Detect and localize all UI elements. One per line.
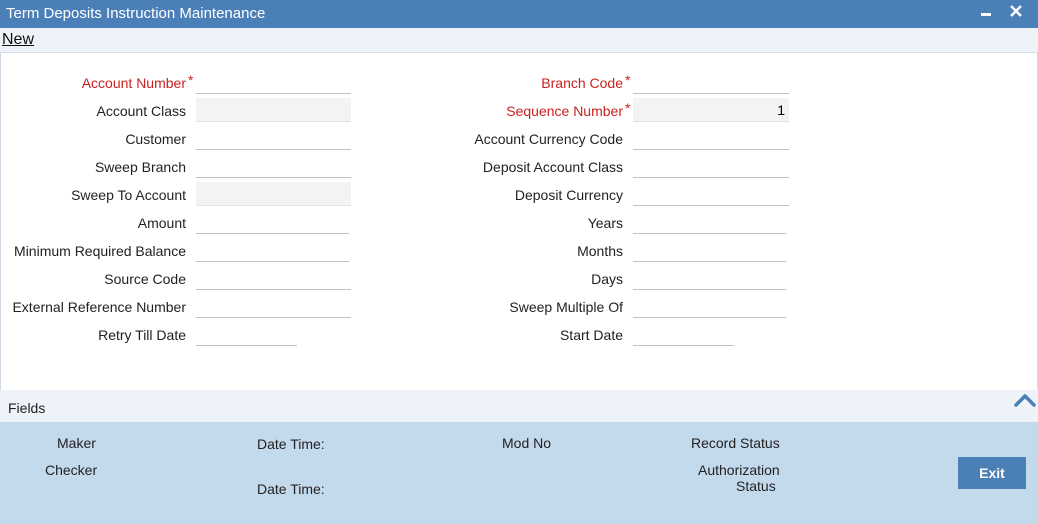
retry-till-date-label: Retry Till Date: [98, 327, 186, 343]
customer-input[interactable]: [196, 126, 351, 150]
account-class-input[interactable]: [196, 98, 351, 122]
minimize-icon[interactable]: [980, 2, 992, 27]
days-input[interactable]: [633, 266, 786, 290]
checker-label: Checker: [45, 462, 98, 478]
sweep-to-account-label: Sweep To Account: [71, 187, 186, 203]
window-title: Term Deposits Instruction Maintenance: [6, 5, 266, 22]
amount-input[interactable]: [196, 210, 349, 234]
account-class-label: Account Class: [96, 103, 186, 119]
sweep-to-account-input[interactable]: [196, 182, 351, 206]
branch-code-input[interactable]: [633, 70, 789, 94]
fields-link[interactable]: Fields: [8, 400, 45, 416]
source-code-input[interactable]: [196, 266, 351, 290]
maker-date-time-label: Date Time:: [257, 436, 325, 452]
minimum-required-balance-input[interactable]: [196, 238, 349, 262]
sweep-multiple-of-input[interactable]: [633, 294, 786, 318]
start-date-input[interactable]: [633, 322, 734, 346]
required-marker: *: [188, 72, 194, 88]
sequence-number-label: Sequence Number: [506, 103, 623, 119]
checker-date-time-label: Date Time:: [257, 481, 325, 497]
new-button[interactable]: New: [2, 31, 34, 49]
title-bar: Term Deposits Instruction Maintenance: [0, 0, 1038, 28]
start-date-label: Start Date: [559, 327, 623, 343]
exit-button[interactable]: Exit: [958, 457, 1026, 489]
retry-till-date-input[interactable]: [196, 322, 297, 346]
authorization-status-label-line2: Status: [736, 478, 776, 494]
external-reference-number-input[interactable]: [196, 294, 351, 318]
days-label: Days: [591, 271, 623, 287]
years-input[interactable]: [633, 210, 786, 234]
required-marker: *: [625, 72, 631, 88]
account-number-label: Account Number: [81, 75, 186, 91]
account-number-input[interactable]: [196, 70, 351, 94]
audit-footer: Maker Checker Date Time: Date Time: Mod …: [0, 422, 1038, 524]
toolbar: New: [0, 28, 1038, 53]
maker-label: Maker: [57, 435, 96, 451]
sequence-number-input[interactable]: [633, 98, 789, 122]
amount-label: Amount: [137, 215, 186, 231]
customer-label: Customer: [125, 131, 186, 147]
deposit-currency-label: Deposit Currency: [514, 187, 623, 203]
account-currency-code-label: Account Currency Code: [474, 131, 623, 147]
account-currency-code-input[interactable]: [633, 126, 789, 150]
months-input[interactable]: [633, 238, 786, 262]
fields-section-bar: Fields: [0, 390, 1038, 422]
deposit-currency-input[interactable]: [633, 182, 789, 206]
branch-code-label: Branch Code: [541, 75, 623, 91]
main-form: Account Number * Account Class Customer …: [0, 53, 1038, 390]
deposit-account-class-label: Deposit Account Class: [482, 159, 623, 175]
sweep-multiple-of-label: Sweep Multiple Of: [509, 299, 623, 315]
required-marker: *: [625, 100, 631, 116]
deposit-account-class-input[interactable]: [633, 154, 789, 178]
years-label: Years: [587, 215, 623, 231]
chevron-up-icon[interactable]: [1014, 392, 1036, 411]
sweep-branch-label: Sweep Branch: [94, 159, 186, 175]
record-status-label: Record Status: [691, 435, 780, 451]
authorization-status-label-line1: Authorization: [698, 462, 780, 478]
sweep-branch-input[interactable]: [196, 154, 351, 178]
external-reference-number-label: External Reference Number: [12, 299, 186, 315]
months-label: Months: [577, 243, 623, 259]
source-code-label: Source Code: [104, 271, 186, 287]
mod-no-label: Mod No: [502, 435, 552, 451]
minimum-required-balance-label: Minimum Required Balance: [14, 243, 186, 259]
close-icon[interactable]: [1009, 2, 1023, 27]
